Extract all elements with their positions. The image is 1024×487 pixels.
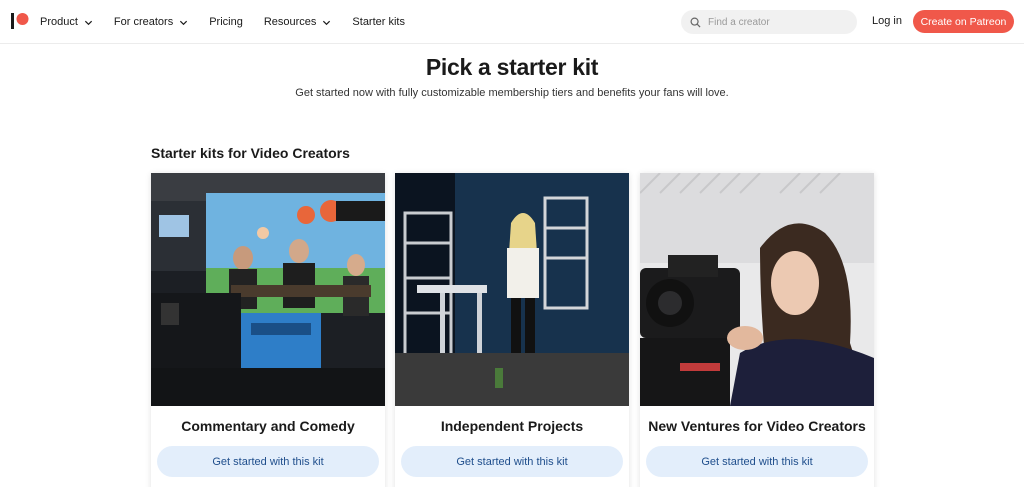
chevron-down-icon: [84, 20, 92, 25]
search-box[interactable]: [681, 10, 857, 34]
nav-starter-kits-label: Starter kits: [352, 16, 405, 28]
nav-pricing-label: Pricing: [209, 16, 243, 28]
card-title: Commentary and Comedy: [181, 418, 355, 434]
nav-pricing[interactable]: Pricing: [209, 16, 243, 28]
nav-starter-kits[interactable]: Starter kits: [352, 16, 405, 28]
nav-resources[interactable]: Resources: [264, 16, 332, 28]
page-title: Pick a starter kit: [425, 54, 599, 80]
main-nav: Product For creators Pricing Resources S…: [40, 0, 426, 44]
starter-kit-card-new-ventures[interactable]: New Ventures for Video Creators Get star…: [640, 173, 874, 487]
search-input[interactable]: [708, 16, 848, 28]
create-on-patreon-button[interactable]: Create on Patreon: [913, 10, 1014, 33]
card-photo-studio-hosts: [151, 173, 385, 406]
chevron-down-icon: [180, 20, 188, 25]
page-subtitle: Get started now with fully customizable …: [295, 87, 729, 99]
starter-kit-card-independent[interactable]: Independent Projects Get started with th…: [395, 173, 629, 487]
nav-product[interactable]: Product: [40, 16, 93, 28]
login-link[interactable]: Log in: [872, 15, 902, 27]
get-started-button[interactable]: Get started with this kit: [646, 446, 868, 477]
card-photo-creator-studio: [395, 173, 629, 406]
card-title: New Ventures for Video Creators: [648, 418, 866, 434]
patreon-logo[interactable]: [11, 12, 29, 30]
card-photo-camera-operator: [640, 173, 874, 406]
chevron-down-icon: [323, 20, 331, 25]
nav-resources-label: Resources: [263, 16, 317, 28]
section-title: Starter kits for Video Creators: [151, 145, 350, 161]
search-icon: [690, 17, 701, 28]
nav-for-creators[interactable]: For creators: [114, 16, 188, 28]
top-navigation-bar: Product For creators Pricing Resources S…: [0, 0, 1024, 44]
nav-for-creators-label: For creators: [113, 16, 174, 28]
get-started-button[interactable]: Get started with this kit: [401, 446, 623, 477]
nav-product-label: Product: [40, 16, 78, 28]
starter-kit-card-commentary[interactable]: Commentary and Comedy Get started with t…: [151, 173, 385, 487]
get-started-button[interactable]: Get started with this kit: [157, 446, 379, 477]
card-title: Independent Projects: [440, 418, 584, 434]
